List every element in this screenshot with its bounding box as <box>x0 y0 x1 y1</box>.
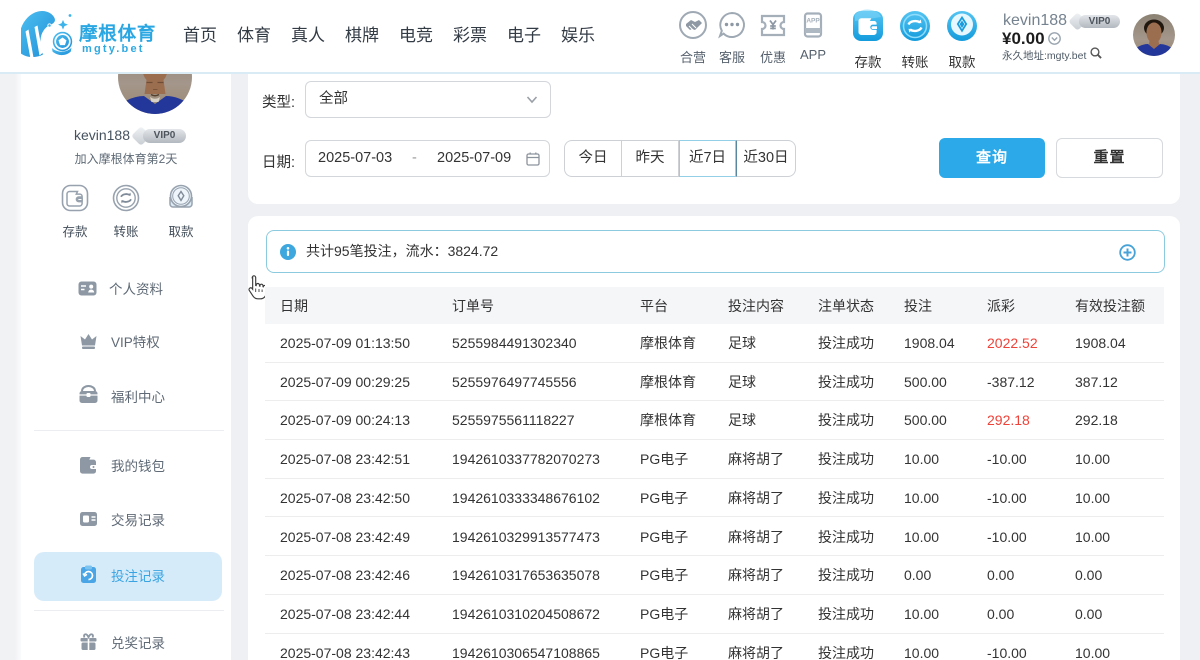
svg-text:APP: APP <box>806 18 820 25</box>
